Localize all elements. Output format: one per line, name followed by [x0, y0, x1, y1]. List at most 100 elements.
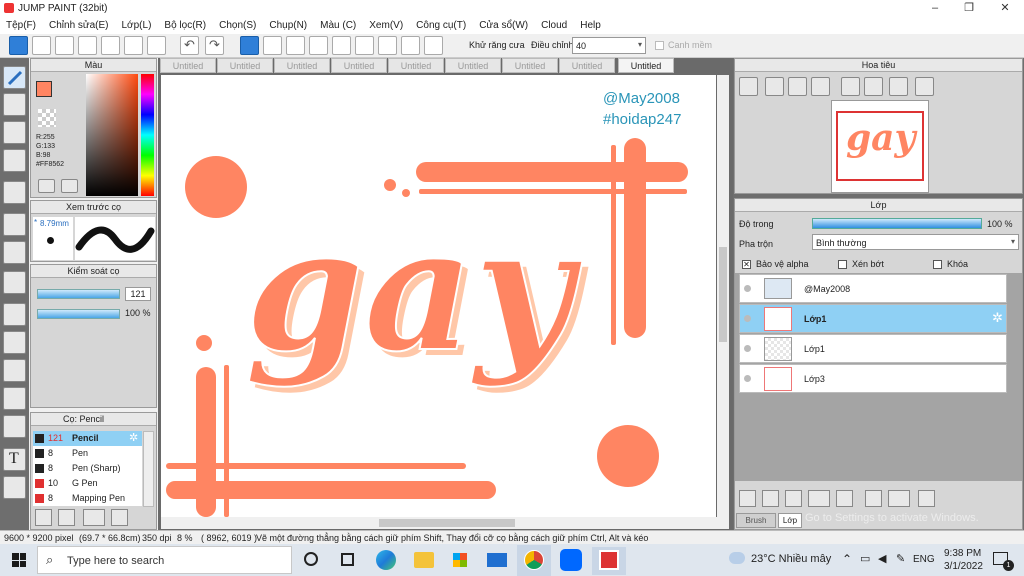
taskbar-search-box[interactable]: ⌕ Type here to search — [37, 546, 292, 574]
snap-checkbox[interactable] — [655, 41, 664, 50]
message-icon[interactable] — [78, 36, 97, 55]
zoom-out-icon[interactable] — [811, 77, 830, 96]
windows-start-icon[interactable] — [12, 553, 26, 567]
clock-date[interactable]: 3/1/2022 — [944, 561, 983, 572]
jump-paint-button[interactable] — [592, 547, 626, 575]
menu-color[interactable]: Màu (C) — [320, 20, 356, 31]
fit-screen-icon[interactable] — [788, 77, 807, 96]
clip-checkbox[interactable] — [838, 260, 847, 269]
delete-layer-icon[interactable] — [918, 490, 935, 507]
eye-icon[interactable] — [744, 285, 751, 292]
brush-size-value[interactable]: 121 — [125, 287, 151, 301]
ellipse-snap-icon[interactable] — [401, 36, 420, 55]
zoom-plus-icon[interactable] — [765, 77, 784, 96]
new-layer-icon[interactable] — [739, 490, 756, 507]
saturation-value-picker[interactable] — [86, 74, 138, 196]
close-button[interactable]: ✕ — [988, 0, 1022, 17]
brush-size-slider[interactable] — [37, 289, 120, 299]
chrome-button[interactable] — [517, 545, 551, 576]
menu-layer[interactable]: Lớp(L) — [122, 20, 152, 31]
network-icon[interactable]: ▭ — [860, 552, 870, 565]
rotate-left-icon[interactable] — [841, 77, 860, 96]
maximize-button[interactable]: ❐ — [952, 0, 986, 17]
comment-icon[interactable] — [55, 36, 74, 55]
gradient-tool-icon[interactable] — [3, 271, 26, 294]
magic-wand-tool-icon[interactable] — [3, 359, 26, 382]
tab-untitled[interactable]: Untitled — [445, 58, 501, 73]
hand-tool-icon[interactable] — [3, 476, 26, 499]
brush-item[interactable]: 121 Pencil ✲ — [33, 431, 142, 446]
rotate-right-icon[interactable] — [889, 77, 908, 96]
brush-item[interactable]: 10 G Pen — [33, 476, 142, 491]
flip-icon[interactable] — [915, 77, 934, 96]
palette-edit-icon[interactable] — [61, 179, 78, 193]
select-pen-tool-icon[interactable] — [3, 387, 26, 410]
merge-layer-icon[interactable] — [888, 490, 910, 507]
parallel-snap-icon[interactable] — [263, 36, 282, 55]
duplicate-layer-icon[interactable] — [865, 490, 882, 507]
speaker-icon[interactable]: ◀ — [878, 552, 886, 565]
brush-item[interactable]: 8 Pen — [33, 446, 142, 461]
clock-time[interactable]: 9:38 PM — [944, 548, 981, 559]
eye-icon[interactable] — [744, 315, 751, 322]
tab-untitled[interactable]: Untitled — [502, 58, 558, 73]
eye-icon[interactable] — [744, 375, 751, 382]
foreground-color-swatch[interactable] — [36, 81, 52, 97]
brush-item[interactable]: 8 Pen (Sharp) — [33, 461, 142, 476]
cortana-icon[interactable] — [304, 552, 318, 566]
palette-icon[interactable] — [38, 179, 55, 193]
protect-alpha-checkbox[interactable]: ✕ — [742, 260, 751, 269]
curve-snap-icon[interactable] — [378, 36, 397, 55]
blend-mode-dropdown[interactable]: Bình thường ▾ — [812, 234, 1019, 250]
brush-opacity-slider[interactable] — [37, 309, 120, 319]
bucket-tool-icon[interactable] — [3, 241, 26, 264]
zoom-in-icon[interactable] — [739, 77, 758, 96]
select-eraser-tool-icon[interactable] — [3, 415, 26, 438]
menu-edit[interactable]: Chỉnh sửa(E) — [49, 20, 109, 31]
menu-capture[interactable]: Chụp(N) — [269, 20, 307, 31]
tab-untitled[interactable]: Untitled — [160, 58, 216, 73]
brush-item[interactable]: 8 Mapping Pen — [33, 491, 142, 506]
lasso-tool-icon[interactable] — [3, 331, 26, 354]
horizontal-scrollbar[interactable] — [161, 517, 729, 529]
tab-untitled[interactable]: Untitled — [274, 58, 330, 73]
transparent-color-swatch[interactable] — [38, 109, 56, 127]
page-icon[interactable] — [101, 36, 120, 55]
tab-untitled[interactable]: Untitled — [217, 58, 273, 73]
adjust-dropdown[interactable]: 40 ▾ — [572, 37, 646, 54]
tab-untitled-active[interactable]: Untitled — [618, 58, 674, 73]
brush-settings-icon[interactable] — [35, 509, 52, 526]
cloud-icon[interactable] — [9, 36, 28, 55]
layer-opacity-slider[interactable] — [812, 218, 982, 229]
redo-icon[interactable]: ↷ — [205, 36, 224, 55]
tray-chevron-up-icon[interactable]: ⌃ — [842, 552, 852, 566]
tab-brush-size[interactable]: Brush Size — [736, 513, 776, 538]
menu-window[interactable]: Cửa sổ(W) — [479, 20, 528, 31]
tab-layer[interactable]: Lớp — [778, 513, 802, 528]
brush-list-scrollbar[interactable] — [143, 431, 154, 507]
vertical-scrollbar[interactable] — [717, 75, 729, 517]
radial-snap-icon[interactable] — [332, 36, 351, 55]
fill-rect-tool-icon[interactable] — [3, 213, 26, 236]
rotate-reset-icon[interactable] — [864, 77, 883, 96]
store-icon[interactable] — [450, 550, 470, 570]
export-icon[interactable] — [32, 36, 51, 55]
eraser-tool-icon[interactable] — [3, 93, 26, 116]
layer-row[interactable]: Lớp1 — [739, 334, 1007, 363]
grid-tile-icon[interactable] — [147, 36, 166, 55]
snap-settings-icon[interactable] — [424, 36, 443, 55]
shape-tool-icon[interactable] — [3, 121, 26, 144]
perspective-snap-icon[interactable] — [309, 36, 328, 55]
new-layer-alt-icon[interactable] — [762, 490, 779, 507]
menu-filter[interactable]: Bộ lọc(R) — [164, 20, 206, 31]
menu-file[interactable]: Tệp(F) — [6, 20, 36, 31]
text-tool-icon[interactable]: T — [3, 448, 26, 471]
select-rect-tool-icon[interactable] — [3, 303, 26, 326]
new-brush-icon[interactable] — [58, 509, 75, 526]
minimize-button[interactable]: – — [918, 0, 952, 17]
language-indicator[interactable]: ENG — [913, 554, 935, 565]
layer-row[interactable]: Lớp3 — [739, 364, 1007, 393]
new-layer-color-icon[interactable] — [785, 490, 802, 507]
layer-menu-icon[interactable] — [808, 490, 830, 507]
edge-icon[interactable] — [376, 550, 396, 570]
